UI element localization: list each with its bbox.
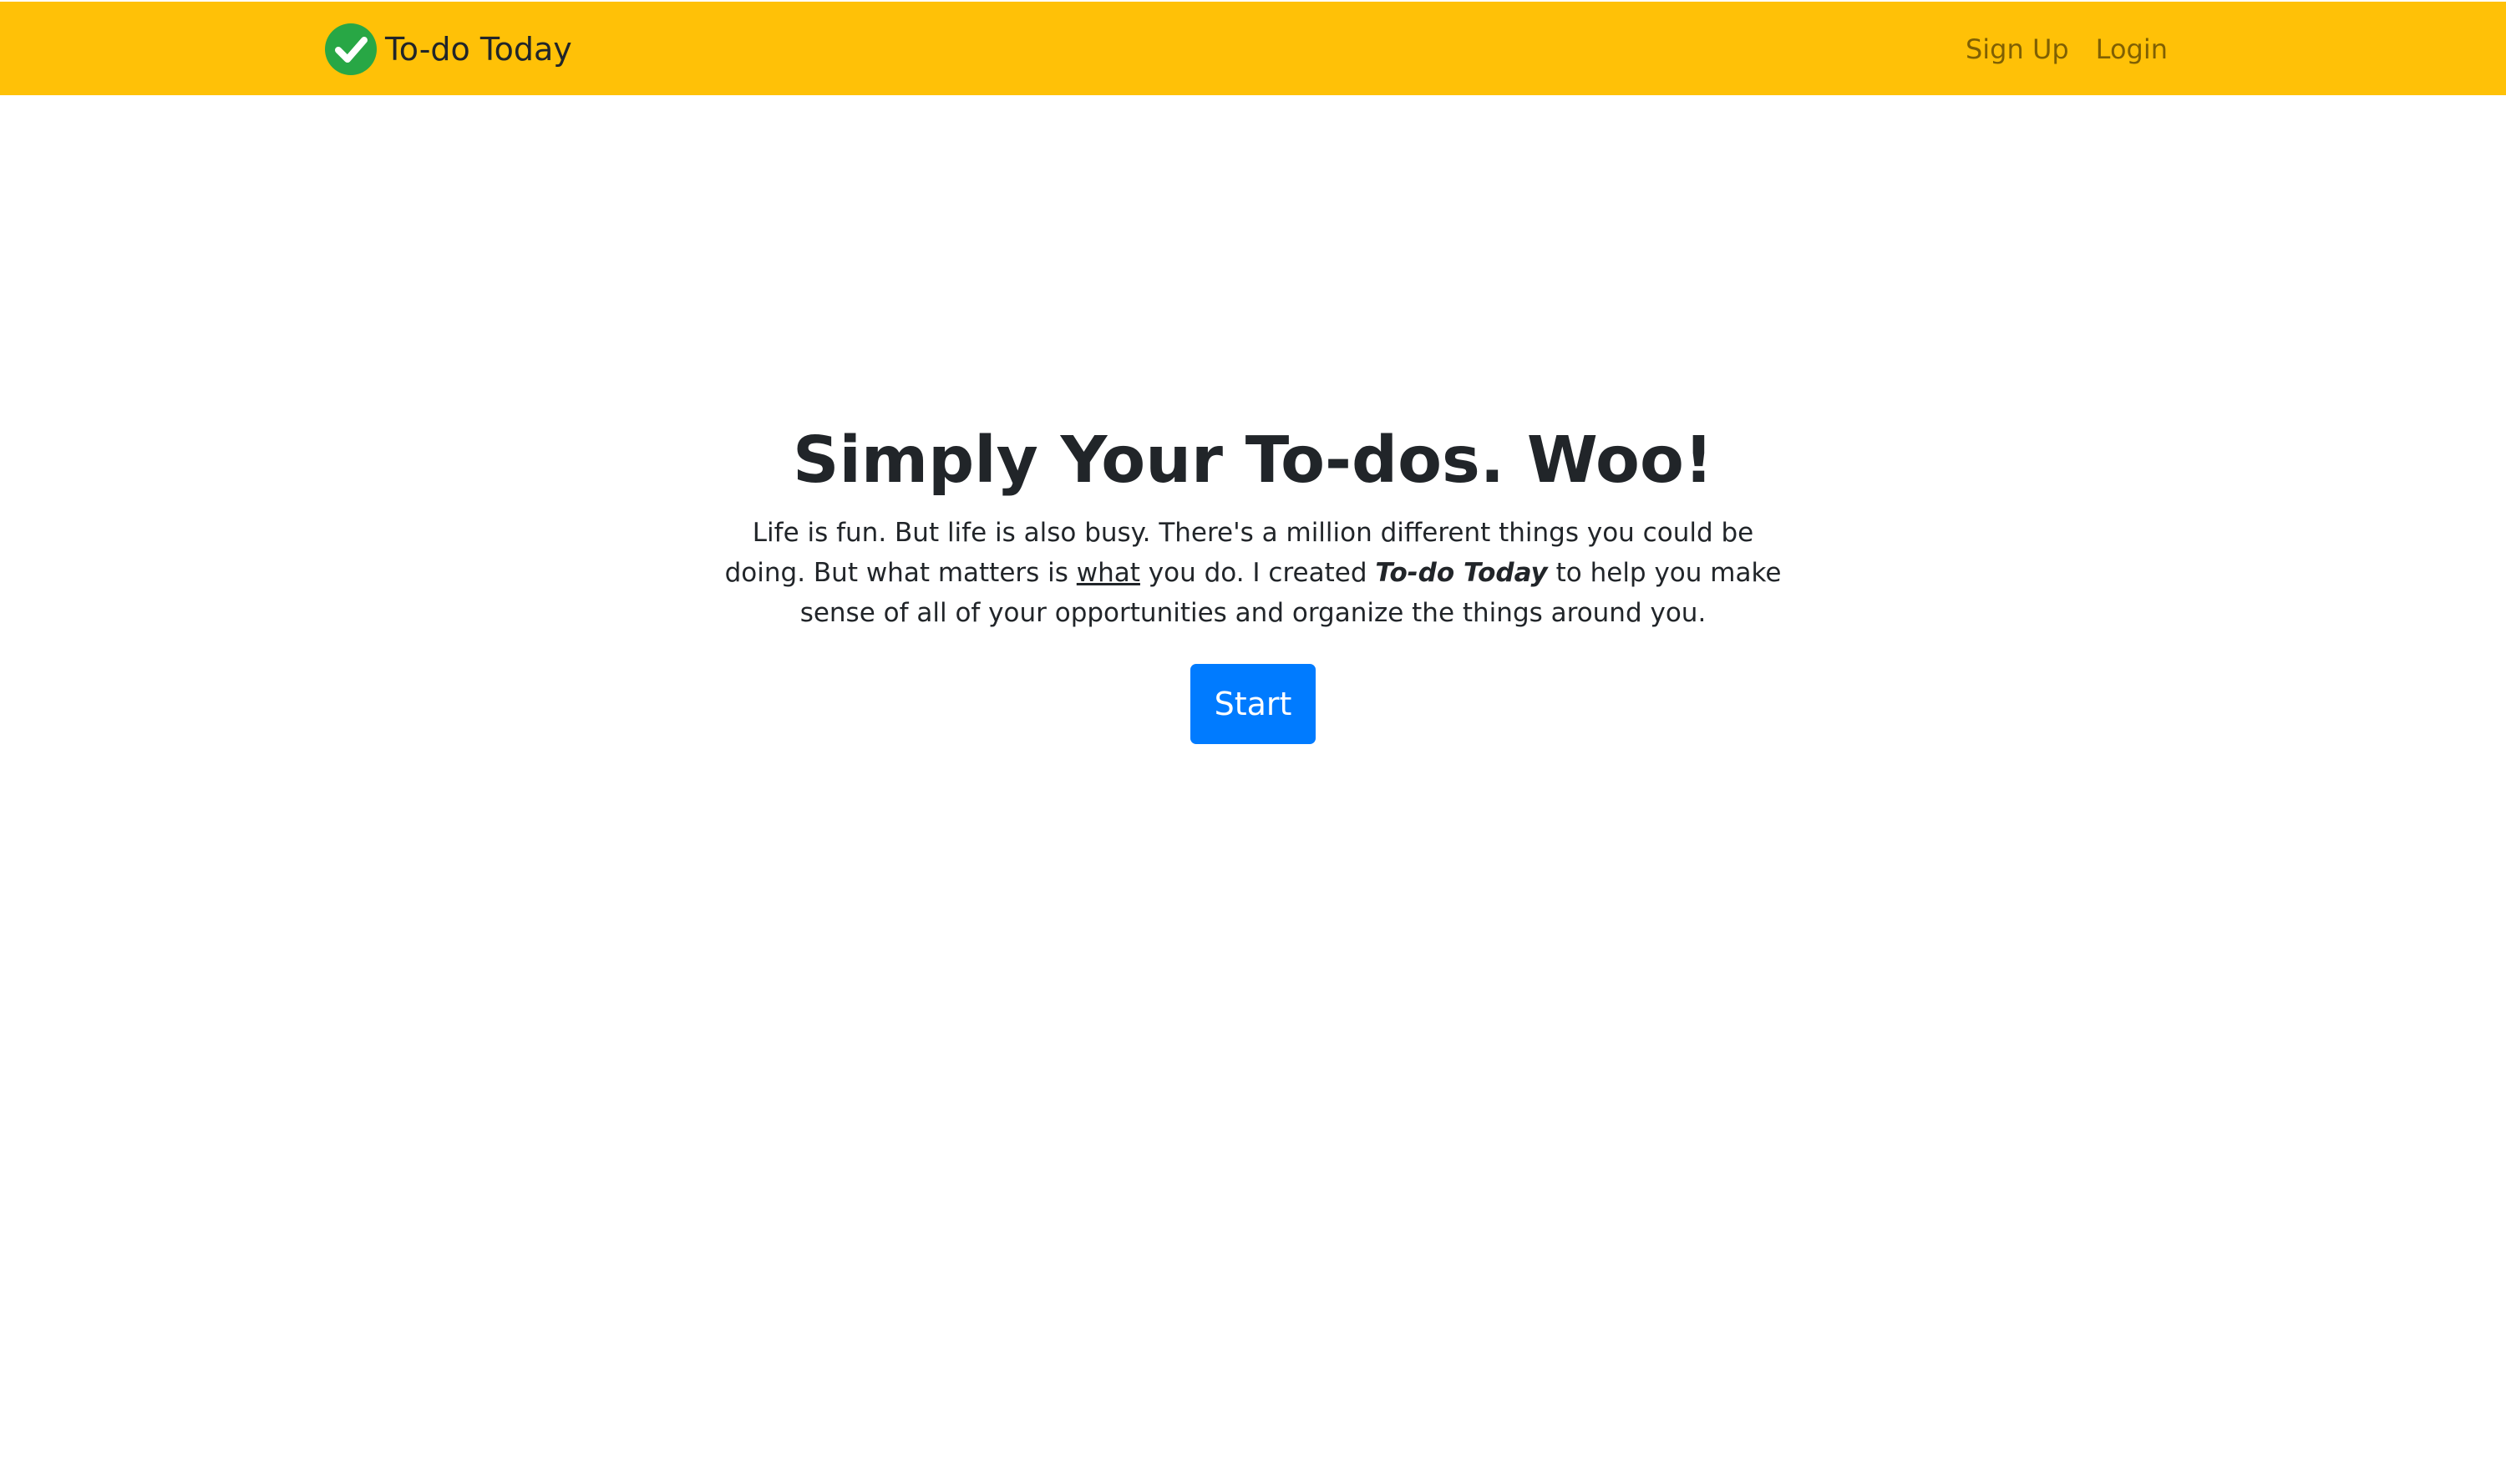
- check-circle-icon: [325, 23, 377, 75]
- nav-links: Sign Up Login: [1939, 23, 2168, 75]
- brand-link[interactable]: To-do Today: [325, 23, 572, 75]
- hero-title: Simply Your To-dos. Woo!: [793, 423, 1713, 498]
- hero-section: Simply Your To-dos. Woo! Life is fun. Bu…: [0, 409, 2506, 744]
- hero-text-emphasis: To-do Today: [1375, 558, 1548, 588]
- login-link[interactable]: Login: [2096, 33, 2168, 65]
- hero-text-part2: you do. I created: [1139, 558, 1376, 588]
- sign-up-link[interactable]: Sign Up: [1966, 33, 2069, 65]
- hero-text-underlined: what: [1076, 558, 1140, 588]
- hero-description: Life is fun. But life is also busy. Ther…: [710, 513, 1796, 633]
- navbar: To-do Today Sign Up Login: [0, 2, 2506, 95]
- brand-label: To-do Today: [385, 31, 572, 68]
- start-button[interactable]: Start: [1190, 664, 1316, 744]
